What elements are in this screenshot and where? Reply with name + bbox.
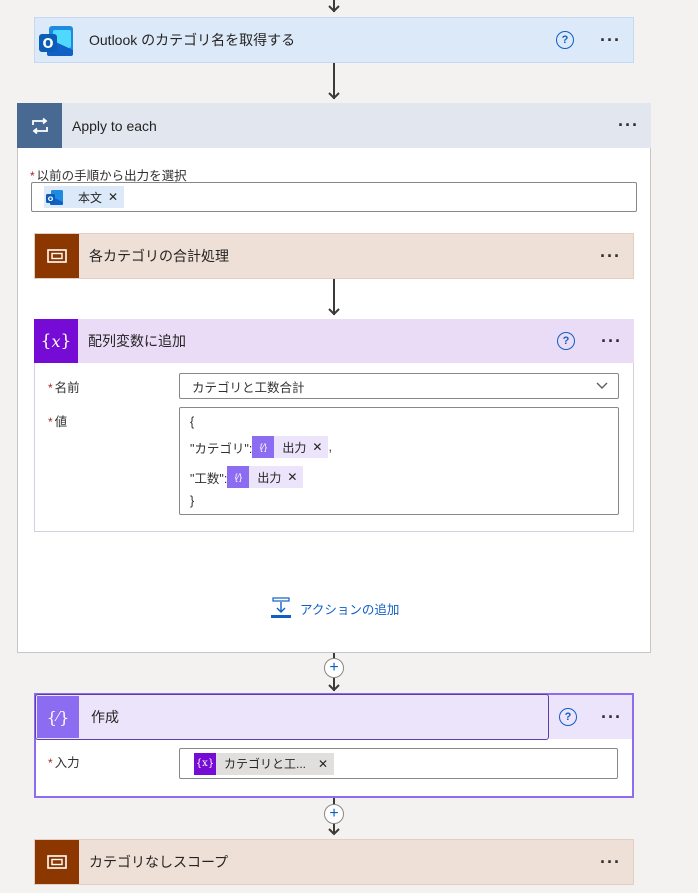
remove-token-icon[interactable]: ✕ <box>316 757 334 771</box>
apply-input-field[interactable]: O 本文 ✕ <box>31 182 637 212</box>
loop-icon <box>17 103 62 148</box>
required-marker: * <box>30 169 35 183</box>
token-label: 出力 <box>282 440 307 455</box>
field-label: 以前の手順から出力を選択 <box>36 169 187 183</box>
json-key-category: "カテゴリ": <box>190 441 253 456</box>
compose-header[interactable]: {⁄} 作成 <box>35 694 549 740</box>
more-options-button[interactable]: ··· <box>601 707 622 728</box>
plus-icon: + <box>329 659 339 676</box>
json-line-hours: "工数": {⁄} 出力 ✕ <box>190 462 608 492</box>
remove-token-icon[interactable]: ✕ <box>285 470 303 484</box>
plus-icon: + <box>329 805 339 822</box>
insert-step-button[interactable]: + <box>324 658 344 678</box>
append-variable-header[interactable]: {x} 配列変数に追加 ? ··· <box>34 319 634 363</box>
arrow-down-icon <box>328 828 340 836</box>
scope-action-card[interactable]: 各カテゴリの合計処理 ··· <box>34 233 634 279</box>
variable-value-editor[interactable]: { "カテゴリ": {⁄} 出力 ✕ , "工数": {⁄} 出力 ✕ } <box>179 407 619 515</box>
variable-name-dropdown[interactable]: カテゴリと工数合計 <box>179 373 619 399</box>
remove-token-icon[interactable]: ✕ <box>106 190 124 204</box>
name-label: 名前 <box>54 381 80 395</box>
outlook-action-card[interactable]: O Outlook のカテゴリ名を取得する ? ··· <box>34 17 634 63</box>
more-options-button[interactable]: ··· <box>601 331 622 352</box>
help-icon[interactable]: ? <box>557 332 576 350</box>
apply-to-each-header[interactable]: Apply to each ··· <box>17 103 651 148</box>
required-marker: * <box>48 756 53 770</box>
compose-icon: {⁄} <box>252 436 275 458</box>
json-open-brace: { <box>190 415 195 429</box>
scope-title: 各カテゴリの合計処理 <box>89 248 229 264</box>
remove-token-icon[interactable]: ✕ <box>310 440 328 454</box>
scope-action-card[interactable]: カテゴリなしスコープ ··· <box>34 839 634 885</box>
help-icon[interactable]: ? <box>556 31 575 49</box>
value-label-row: * 値 <box>48 411 168 429</box>
append-variable-title: 配列変数に追加 <box>88 333 186 349</box>
compose-header-actions: ? ··· <box>549 695 632 739</box>
json-close-brace: } <box>190 494 195 508</box>
compose-icon: {⁄} <box>227 466 250 488</box>
variable-icon: {x} <box>34 319 78 363</box>
arrow-down-icon <box>328 92 340 100</box>
json-key-hours: "工数": <box>190 471 228 486</box>
more-options-button[interactable]: ··· <box>600 852 621 873</box>
required-marker: * <box>48 381 53 395</box>
dynamic-content-token[interactable]: {⁄} 出力 ✕ <box>252 436 329 458</box>
dynamic-content-token[interactable]: {x} カテゴリと工... ✕ <box>194 752 335 775</box>
dynamic-content-token[interactable]: O 本文 ✕ <box>44 186 125 208</box>
json-comma: , <box>328 440 332 454</box>
outlook-icon: O <box>35 18 79 62</box>
token-label: カテゴリと工... <box>224 757 307 771</box>
token-label: 出力 <box>257 470 282 485</box>
help-icon[interactable]: ? <box>559 708 577 726</box>
chevron-down-icon <box>596 382 608 389</box>
arrow-down-icon <box>328 5 340 13</box>
dynamic-content-token[interactable]: {⁄} 出力 ✕ <box>227 466 304 488</box>
outlook-action-title: Outlook のカテゴリ名を取得する <box>89 32 296 48</box>
json-line-category: "カテゴリ": {⁄} 出力 ✕ , <box>190 432 608 462</box>
svg-text:O: O <box>48 195 54 203</box>
scope-icon <box>35 234 79 278</box>
svg-text:O: O <box>42 37 53 52</box>
more-options-button[interactable]: ··· <box>618 115 639 136</box>
required-marker: * <box>48 415 53 429</box>
add-action-icon <box>271 597 291 618</box>
add-action-button[interactable]: アクションの追加 <box>270 597 430 619</box>
apply-to-each-title: Apply to each <box>72 117 157 134</box>
more-options-button[interactable]: ··· <box>600 246 621 267</box>
insert-step-button[interactable]: + <box>324 804 344 824</box>
token-label: 本文 <box>78 190 103 205</box>
compose-icon: {⁄} <box>37 696 79 738</box>
value-label: 値 <box>54 415 68 429</box>
add-action-label: アクションの追加 <box>300 602 400 617</box>
scope-title: カテゴリなしスコープ <box>89 854 229 870</box>
variable-name-value: カテゴリと工数合計 <box>192 380 305 395</box>
compose-title: 作成 <box>91 709 119 725</box>
field-label-row: * 以前の手順から出力を選択 <box>30 165 430 183</box>
input-label-row: * 入力 <box>48 752 168 770</box>
compose-input-field[interactable]: {x} カテゴリと工... ✕ <box>179 748 618 779</box>
arrow-down-icon <box>328 308 340 316</box>
scope-icon <box>35 840 79 884</box>
variable-icon: {x} <box>194 752 216 775</box>
name-label-row: * 名前 <box>48 377 168 395</box>
arrow-down-icon <box>328 684 340 692</box>
input-label: 入力 <box>54 756 80 770</box>
outlook-icon: O <box>44 186 66 208</box>
more-options-button[interactable]: ··· <box>600 30 621 51</box>
